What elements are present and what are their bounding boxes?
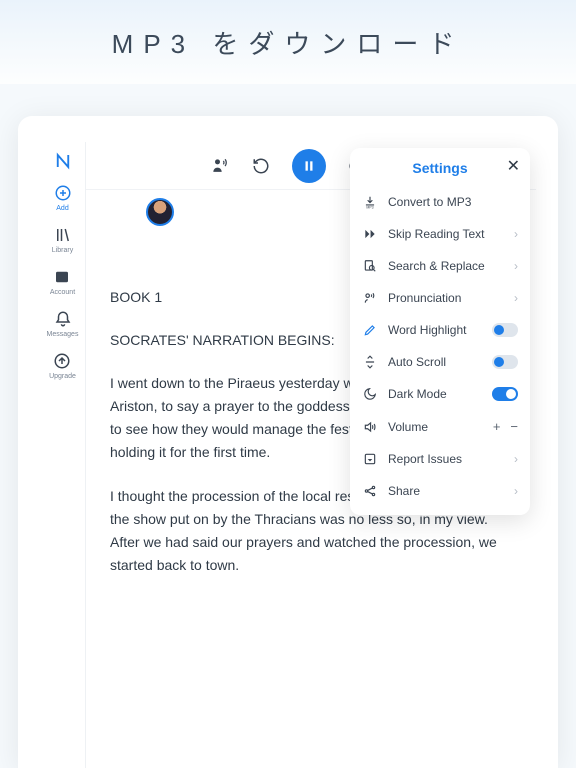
dark-mode-icon (362, 387, 378, 401)
sidebar-label-library: Library (52, 247, 73, 254)
search-replace-icon (362, 259, 378, 273)
settings-label: Convert to MP3 (388, 195, 518, 209)
volume-minus[interactable]: − (510, 419, 518, 434)
settings-label: Pronunciation (388, 291, 504, 305)
toggle-word-highlight[interactable] (492, 323, 518, 337)
skip-icon (362, 227, 378, 241)
settings-item-report[interactable]: Report Issues › (350, 443, 530, 475)
narrator-avatar[interactable] (146, 198, 174, 226)
svg-text:MP3: MP3 (366, 205, 373, 209)
share-icon (362, 484, 378, 498)
sidebar-label-account: Account (50, 289, 75, 296)
highlight-icon (362, 323, 378, 337)
settings-item-skip-text[interactable]: Skip Reading Text › (350, 218, 530, 250)
rewind-icon[interactable] (252, 157, 270, 175)
settings-label: Search & Replace (388, 259, 504, 273)
settings-item-convert-mp3[interactable]: MP3 Convert to MP3 (350, 186, 530, 218)
settings-label: Dark Mode (388, 387, 482, 401)
report-icon (362, 452, 378, 466)
settings-item-search-replace[interactable]: Search & Replace › (350, 250, 530, 282)
promo-banner: MP3 をダウンロード (0, 0, 576, 84)
sidebar-item-library[interactable]: Library (52, 226, 73, 254)
settings-item-volume[interactable]: Volume + − (350, 410, 530, 443)
sidebar: Add Library Account Messages Upgrade (40, 142, 86, 768)
chevron-right-icon: › (514, 259, 518, 273)
app-frame: Add Library Account Messages Upgrade (40, 142, 536, 768)
pause-button[interactable] (292, 149, 326, 183)
device-frame: Add Library Account Messages Upgrade (18, 116, 558, 768)
chevron-right-icon: › (514, 484, 518, 498)
sidebar-item-add[interactable]: Add (54, 184, 72, 212)
chevron-right-icon: › (514, 452, 518, 466)
settings-item-word-highlight[interactable]: Word Highlight (350, 314, 530, 346)
settings-label: Share (388, 484, 504, 498)
sidebar-label-messages: Messages (47, 331, 79, 338)
settings-label: Volume (388, 420, 483, 434)
voice-icon[interactable] (210, 156, 230, 176)
toggle-dark-mode[interactable] (492, 387, 518, 401)
banner-title: MP3 をダウンロード (112, 24, 465, 61)
settings-label: Report Issues (388, 452, 504, 466)
chevron-right-icon: › (514, 227, 518, 241)
close-icon[interactable]: ✕ (507, 156, 520, 176)
volume-plus[interactable]: + (493, 419, 501, 434)
settings-title: Settings (362, 160, 518, 176)
settings-panel: Settings ✕ MP3 Convert to MP3 Skip Readi… (350, 148, 530, 515)
settings-item-dark-mode[interactable]: Dark Mode (350, 378, 530, 410)
logo-icon[interactable] (54, 152, 72, 170)
volume-icon (362, 420, 378, 434)
sidebar-item-account[interactable]: Account (50, 268, 75, 296)
main-area: 2.5x BOOK 1 SOCRATES' NARRATION BEGINS: … (86, 142, 536, 768)
chevron-right-icon: › (514, 291, 518, 305)
sidebar-item-messages[interactable]: Messages (47, 310, 79, 338)
settings-item-auto-scroll[interactable]: Auto Scroll (350, 346, 530, 378)
auto-scroll-icon (362, 355, 378, 369)
toggle-auto-scroll[interactable] (492, 355, 518, 369)
pronunciation-icon (362, 291, 378, 305)
settings-label: Auto Scroll (388, 355, 482, 369)
sidebar-label-add: Add (56, 205, 68, 212)
sidebar-item-upgrade[interactable]: Upgrade (49, 352, 76, 380)
settings-item-pronunciation[interactable]: Pronunciation › (350, 282, 530, 314)
settings-label: Skip Reading Text (388, 227, 504, 241)
settings-item-share[interactable]: Share › (350, 475, 530, 507)
settings-label: Word Highlight (388, 323, 482, 337)
sidebar-label-upgrade: Upgrade (49, 373, 76, 380)
download-mp3-icon: MP3 (362, 195, 378, 209)
